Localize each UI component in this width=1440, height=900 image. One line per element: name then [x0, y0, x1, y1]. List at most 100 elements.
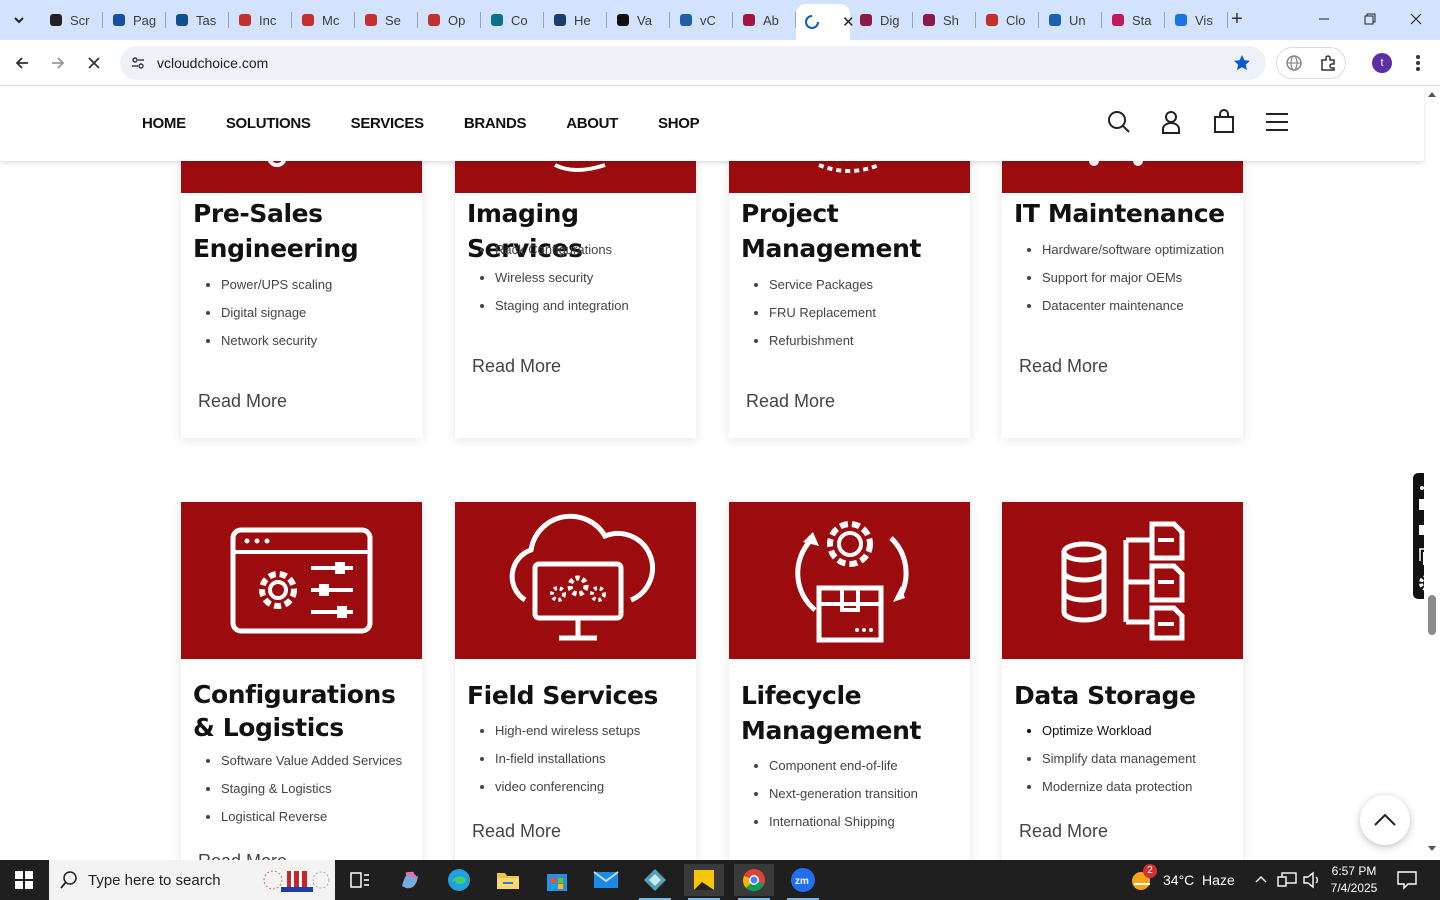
list-item: Simplify data management: [1042, 751, 1196, 779]
new-tab-button[interactable]: +: [1226, 8, 1248, 30]
read-more-link[interactable]: Read More: [1019, 356, 1108, 377]
read-more-link[interactable]: Read More: [472, 821, 561, 842]
taskbar-sticky-notes[interactable]: [684, 864, 724, 900]
browser-tab[interactable]: Sh: [913, 4, 976, 36]
clock-date: 7/4/2025: [1330, 881, 1378, 895]
nav-solutions[interactable]: SOLUTIONS: [226, 115, 311, 132]
acrobat-favicon-icon: [984, 12, 1000, 28]
scroll-thumb[interactable]: [1428, 595, 1436, 635]
browser-tab[interactable]: ✕: [796, 4, 855, 40]
browser-tab[interactable]: He: [544, 4, 607, 36]
windows-logo-icon: [15, 871, 33, 889]
card-title: Project Management: [741, 199, 922, 263]
volume-control[interactable]: [1302, 871, 1322, 894]
list-item: Datacenter maintenance: [1042, 298, 1224, 326]
show-hidden-icons-button[interactable]: [1254, 872, 1268, 891]
loading-spinner-icon: [804, 14, 820, 30]
read-more-link[interactable]: Read More: [472, 356, 561, 377]
taskbar-chrome[interactable]: [734, 864, 774, 900]
browser-tab[interactable]: Vis: [1165, 4, 1228, 36]
folder-icon: [497, 873, 519, 889]
browser-tab[interactable]: vC: [670, 4, 733, 36]
taskbar-mail[interactable]: [586, 864, 626, 896]
profile-avatar[interactable]: t: [1372, 53, 1392, 73]
nav-shop[interactable]: SHOP: [658, 115, 700, 132]
minimize-button[interactable]: [1313, 8, 1335, 30]
vc-favicon-icon: [678, 12, 694, 28]
taskbar-zoom[interactable]: zm: [783, 864, 823, 900]
browser-tab[interactable]: Tas: [166, 4, 229, 36]
forward-button[interactable]: [45, 50, 71, 76]
site-settings-icon[interactable]: [130, 55, 146, 76]
browser-tab[interactable]: Co: [481, 4, 544, 36]
browser-tab[interactable]: Pag: [103, 4, 166, 36]
nav-home[interactable]: HOME: [142, 115, 186, 132]
address-bar[interactable]: vcloudchoice.com: [120, 46, 1266, 80]
x-favicon-icon: [615, 12, 631, 28]
browser-tab[interactable]: Un: [1039, 4, 1102, 36]
service-card-data-storage: Data Storage Optimize Workload Simplify …: [1002, 502, 1243, 860]
read-more-link[interactable]: Read More: [198, 851, 287, 860]
browser-tab[interactable]: Mc: [292, 4, 355, 36]
page-scrollbar[interactable]: [1424, 87, 1440, 860]
translate-globe-icon[interactable]: [1285, 54, 1303, 77]
browser-tab[interactable]: Ab: [733, 4, 796, 36]
taskbar-file-explorer[interactable]: [488, 864, 528, 896]
search-icon[interactable]: [1107, 109, 1131, 140]
list-item: In-field installations: [495, 751, 640, 779]
taskbar-app-diamond[interactable]: [635, 864, 675, 900]
taskbar-copilot[interactable]: [390, 864, 430, 896]
read-more-link[interactable]: Read More: [198, 391, 287, 412]
url-text[interactable]: vcloudchoice.com: [157, 55, 268, 71]
taskbar-store[interactable]: [537, 864, 577, 896]
browser-tab[interactable]: Clo: [976, 4, 1039, 36]
restore-button[interactable]: [1359, 8, 1381, 30]
card-banner: [455, 502, 696, 659]
nav-services[interactable]: SERVICES: [351, 115, 424, 132]
list-item: Next-generation transition: [769, 786, 918, 814]
notification-center-button[interactable]: [1396, 870, 1418, 895]
read-more-link[interactable]: Read More: [746, 391, 835, 412]
browser-tab[interactable]: Va: [607, 4, 670, 36]
browser-tab[interactable]: Se: [355, 4, 418, 36]
tas-favicon-icon: [174, 12, 190, 28]
browser-tab[interactable]: Op: [418, 4, 481, 36]
list-item: Network security: [221, 333, 332, 361]
card-feature-list: Component end-of-life Next-generation tr…: [769, 758, 918, 842]
zoom-app-icon: zm: [791, 868, 815, 892]
tab-title: He: [574, 12, 591, 28]
browser-tab[interactable]: Inc: [229, 4, 292, 36]
weather-widget[interactable]: 2 34°C Haze: [1130, 864, 1240, 894]
card-banner: [1002, 502, 1243, 659]
browser-tab[interactable]: Scr: [40, 4, 103, 36]
system-clock[interactable]: 6:57 PM 7/4/2025: [1322, 863, 1386, 897]
stop-loading-button[interactable]: [81, 50, 107, 76]
browser-tab[interactable]: Dig: [850, 4, 913, 36]
extensions-puzzle-icon[interactable]: [1319, 54, 1337, 77]
browser-tab[interactable]: Sta: [1102, 4, 1165, 36]
scroll-up-arrow-icon[interactable]: [1428, 91, 1436, 97]
scroll-down-arrow-icon[interactable]: [1428, 846, 1436, 852]
hamburger-menu-icon[interactable]: [1265, 109, 1289, 140]
taskbar-edge[interactable]: [439, 864, 479, 896]
task-view-button[interactable]: [340, 864, 380, 896]
list-item: Digital signage: [221, 305, 332, 333]
browser-menu-button[interactable]: [1410, 52, 1426, 74]
tab-search-button[interactable]: [4, 6, 34, 34]
nav-about[interactable]: ABOUT: [566, 115, 618, 132]
account-icon[interactable]: [1160, 109, 1182, 140]
close-window-button[interactable]: [1405, 8, 1427, 30]
tab-title: Clo: [1006, 12, 1026, 28]
service-card-it-maintenance: IT Maintenance Hardware/software optimiz…: [1002, 127, 1243, 438]
svg-text:zm: zm: [795, 876, 809, 887]
back-button[interactable]: [9, 50, 35, 76]
tab-title: Co: [511, 12, 528, 28]
back-to-top-button[interactable]: [1360, 795, 1410, 845]
nav-brands[interactable]: BRANDS: [464, 115, 527, 132]
start-button[interactable]: [0, 860, 48, 900]
read-more-link[interactable]: Read More: [1019, 821, 1108, 842]
bookmark-star-icon[interactable]: [1232, 53, 1252, 78]
cart-bag-icon[interactable]: [1213, 109, 1235, 140]
taskbar-search[interactable]: Type here to search: [49, 860, 335, 900]
network-status[interactable]: [1277, 871, 1297, 894]
